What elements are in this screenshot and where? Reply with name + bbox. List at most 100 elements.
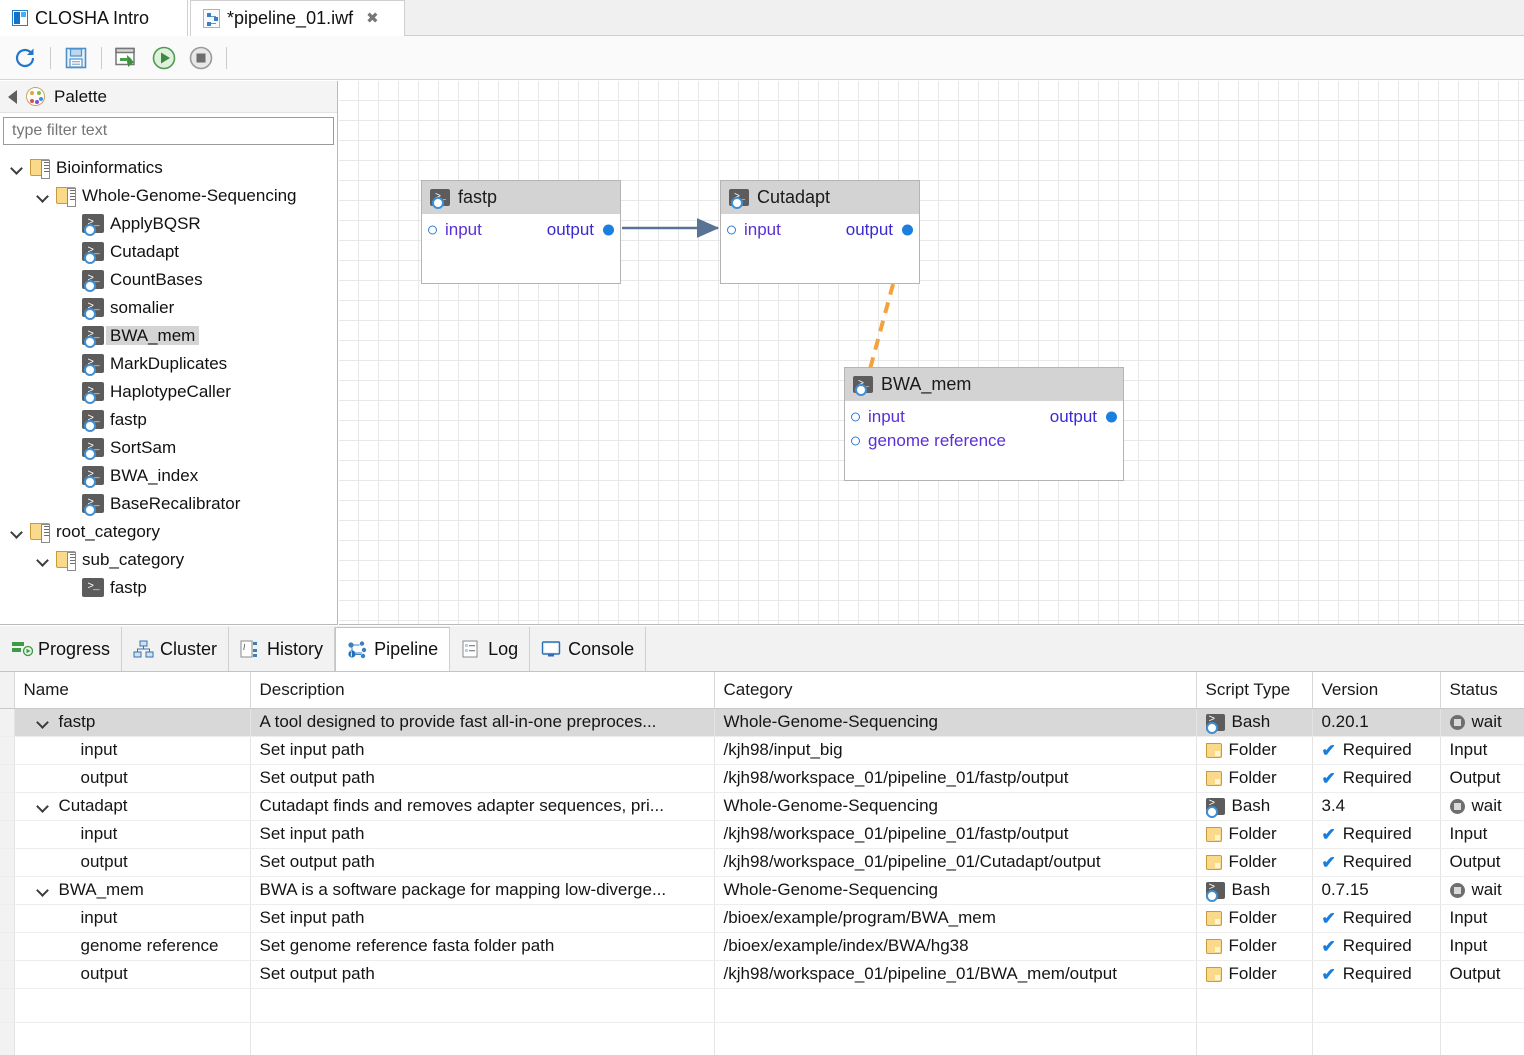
palette-item-sortsam[interactable]: >_ SortSam [0, 433, 337, 461]
cell-name[interactable]: Cutadapt [14, 792, 251, 821]
chevron-down-icon[interactable] [37, 800, 49, 812]
input-port-handle[interactable] [428, 225, 437, 235]
cell-version[interactable]: 0.20.1 [1312, 708, 1441, 737]
cell-description[interactable]: Set genome reference fasta folder path [250, 932, 715, 961]
refresh-button[interactable] [8, 42, 42, 74]
palette-item-sub-category[interactable]: sub_category [0, 545, 337, 573]
cell-status[interactable]: Input [1440, 904, 1524, 933]
cell-script-type[interactable]: Folder [1196, 848, 1313, 877]
cell-description[interactable]: Set input path [250, 820, 715, 849]
cell-category[interactable]: /kjh98/workspace_01/pipeline_01/BWA_mem/… [714, 960, 1197, 989]
cell-status[interactable]: Output [1440, 848, 1524, 877]
chevron-down-icon[interactable] [10, 160, 24, 174]
cell-name[interactable]: output [14, 764, 251, 793]
table-row[interactable]: Cutadapt Cutadapt finds and removes adapt… [0, 792, 1524, 821]
cell-status[interactable]: Output [1440, 764, 1524, 793]
cell-description[interactable]: Set output path [250, 960, 715, 989]
tab-progress[interactable]: Progress [0, 627, 123, 671]
column-header-category[interactable]: Category [714, 672, 1197, 709]
cell-category[interactable]: /kjh98/input_big [714, 736, 1197, 765]
palette-item-applybqsr[interactable]: >_ ApplyBQSR [0, 209, 337, 237]
cell-status[interactable]: Input [1440, 932, 1524, 961]
cell-name[interactable]: output [14, 848, 251, 877]
cell-name[interactable]: fastp [14, 708, 251, 737]
cell-version[interactable]: ✔ Required [1312, 848, 1441, 877]
table-row[interactable]: input Set input path/kjh98/input_big Folde… [0, 736, 1524, 765]
table-row[interactable]: output Set output path/kjh98/workspace_01… [0, 848, 1524, 877]
palette-item-markduplicates[interactable]: >_ MarkDuplicates [0, 349, 337, 377]
cell-status[interactable]: Output [1440, 960, 1524, 989]
cell-name[interactable]: input [14, 904, 251, 933]
cell-name[interactable]: genome reference [14, 932, 251, 961]
cell-script-type[interactable]: Folder [1196, 932, 1313, 961]
cell-version[interactable]: 3.4 [1312, 792, 1441, 821]
column-header-version[interactable]: Version [1312, 672, 1441, 709]
palette-item-bioinformatics[interactable]: Bioinformatics [0, 153, 337, 181]
cell-version[interactable]: ✔ Required [1312, 904, 1441, 933]
cell-version[interactable]: ✔ Required [1312, 960, 1441, 989]
cell-script-type[interactable]: Folder [1196, 904, 1313, 933]
output-port-handle[interactable] [1106, 411, 1117, 423]
tab-log[interactable]: Log [450, 627, 531, 671]
tab-console[interactable]: Console [530, 627, 647, 671]
column-header-description[interactable]: Description [250, 672, 715, 709]
cell-description[interactable]: Set input path [250, 736, 715, 765]
stop-button[interactable] [184, 42, 218, 74]
cell-category[interactable]: Whole-Genome-Sequencing [714, 708, 1197, 737]
palette-item-fastp[interactable]: >_ fastp [0, 405, 337, 433]
chevron-down-icon[interactable] [10, 524, 24, 538]
cell-version[interactable]: ✔ Required [1312, 820, 1441, 849]
input-port-handle[interactable] [727, 225, 736, 235]
input-port-handle[interactable] [851, 412, 860, 422]
canvas-node-cutadapt[interactable]: >_ Cutadapt input output [720, 180, 920, 284]
cell-status[interactable]: wait [1440, 876, 1524, 905]
node-header[interactable]: >_ Cutadapt [721, 181, 919, 214]
table-row[interactable]: input Set input path/kjh98/workspace_01/p… [0, 820, 1524, 849]
run-button[interactable] [147, 42, 181, 74]
cell-description[interactable]: Set output path [250, 848, 715, 877]
palette-item-cutadapt[interactable]: >_ Cutadapt [0, 237, 337, 265]
editor-tab-closha-intro[interactable]: CLOSHA Intro [0, 0, 188, 36]
cell-script-type[interactable]: Bash [1196, 708, 1313, 737]
input-port-handle[interactable] [851, 436, 860, 446]
palette-item-countbases[interactable]: >_ CountBases [0, 265, 337, 293]
column-header-script-type[interactable]: Script Type [1196, 672, 1313, 709]
canvas-node-fastp[interactable]: >_ fastp input output [421, 180, 621, 284]
table-row[interactable]: input Set input path/bioex/example/progra… [0, 904, 1524, 933]
column-header-name[interactable]: Name [14, 672, 251, 709]
node-header[interactable]: >_ fastp [422, 181, 620, 214]
cell-status[interactable]: Input [1440, 820, 1524, 849]
table-row[interactable]: output Set output path/kjh98/workspace_01… [0, 960, 1524, 989]
cell-script-type[interactable]: Folder [1196, 960, 1313, 989]
cell-name[interactable]: input [14, 736, 251, 765]
cell-version[interactable]: ✔ Required [1312, 932, 1441, 961]
palette-item-haplotypecaller[interactable]: >_ HaplotypeCaller [0, 377, 337, 405]
tab-pipeline[interactable]: i Pipeline [335, 627, 451, 671]
deploy-button[interactable] [110, 42, 144, 74]
cell-script-type[interactable]: Folder [1196, 736, 1313, 765]
output-port-handle[interactable] [603, 224, 614, 236]
editor-tab-pipeline-01[interactable]: *pipeline_01.iwf ✖ [190, 0, 405, 36]
cell-status[interactable]: wait [1440, 792, 1524, 821]
cell-description[interactable]: Set input path [250, 904, 715, 933]
cell-category[interactable]: /kjh98/workspace_01/pipeline_01/fastp/ou… [714, 764, 1197, 793]
cell-category[interactable]: Whole-Genome-Sequencing [714, 876, 1197, 905]
cell-version[interactable]: ✔ Required [1312, 736, 1441, 765]
cell-name[interactable]: output [14, 960, 251, 989]
palette-item-bwa-mem[interactable]: >_ BWA_mem [0, 321, 337, 349]
palette-item-fastp[interactable]: >_ fastp [0, 573, 337, 601]
table-row[interactable]: BWA_mem BWA is a software package for map… [0, 876, 1524, 905]
close-icon[interactable]: ✖ [366, 11, 379, 26]
filter-input[interactable] [10, 121, 333, 141]
cell-status[interactable]: wait [1440, 708, 1524, 737]
output-port-handle[interactable] [902, 224, 913, 236]
chevron-down-icon[interactable] [36, 188, 50, 202]
tab-history[interactable]: I History [229, 627, 336, 671]
node-header[interactable]: >_ BWA_mem [845, 368, 1123, 401]
chevron-down-icon[interactable] [37, 716, 49, 728]
canvas-node-bwa_mem[interactable]: >_ BWA_mem input output genome reference [844, 367, 1124, 481]
cell-category[interactable]: /kjh98/workspace_01/pipeline_01/Cutadapt… [714, 848, 1197, 877]
palette-item-bwa-index[interactable]: >_ BWA_index [0, 461, 337, 489]
tab-cluster[interactable]: Cluster [122, 627, 230, 671]
column-header-status[interactable]: Status [1440, 672, 1524, 709]
